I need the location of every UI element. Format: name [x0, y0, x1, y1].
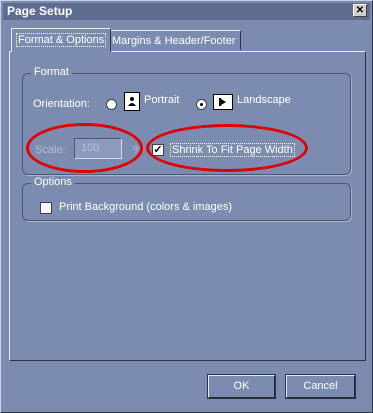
print-background-label[interactable]: Print Background (colors & images) — [59, 201, 232, 213]
landscape-label: Landscape — [237, 94, 291, 106]
title-bar[interactable]: Page Setup ✕ — [3, 3, 370, 20]
cancel-button[interactable]: Cancel — [285, 374, 356, 399]
page-setup-dialog: Page Setup ✕ Format & Options Margins & … — [0, 0, 373, 413]
portrait-label: Portrait — [144, 94, 180, 106]
options-group: Options Print Background (colors & image… — [22, 176, 351, 221]
tab-margins-label: Margins & Header/Footer — [112, 35, 236, 47]
close-button[interactable]: ✕ — [353, 4, 367, 17]
portrait-page-icon — [124, 92, 140, 111]
landscape-radio[interactable] — [196, 99, 207, 110]
format-group-label: Format — [31, 66, 72, 78]
annotation-circle-scale — [26, 123, 143, 173]
print-background-checkbox[interactable] — [40, 202, 52, 214]
dialog-title: Page Setup — [7, 4, 73, 18]
tab-format-options[interactable]: Format & Options — [11, 28, 112, 52]
tab-format-options-label: Format & Options — [16, 33, 107, 47]
tab-panel: Format Orientation: Portrait Landscape S… — [9, 51, 366, 361]
orientation-label: Orientation: — [33, 98, 90, 110]
options-group-label: Options — [31, 176, 75, 188]
ok-button[interactable]: OK — [207, 374, 276, 399]
tab-margins-header-footer[interactable]: Margins & Header/Footer — [107, 30, 241, 50]
landscape-radio-dot — [200, 103, 203, 106]
landscape-page-icon — [213, 94, 233, 110]
annotation-circle-shrink — [146, 124, 308, 172]
portrait-radio[interactable] — [106, 99, 117, 110]
